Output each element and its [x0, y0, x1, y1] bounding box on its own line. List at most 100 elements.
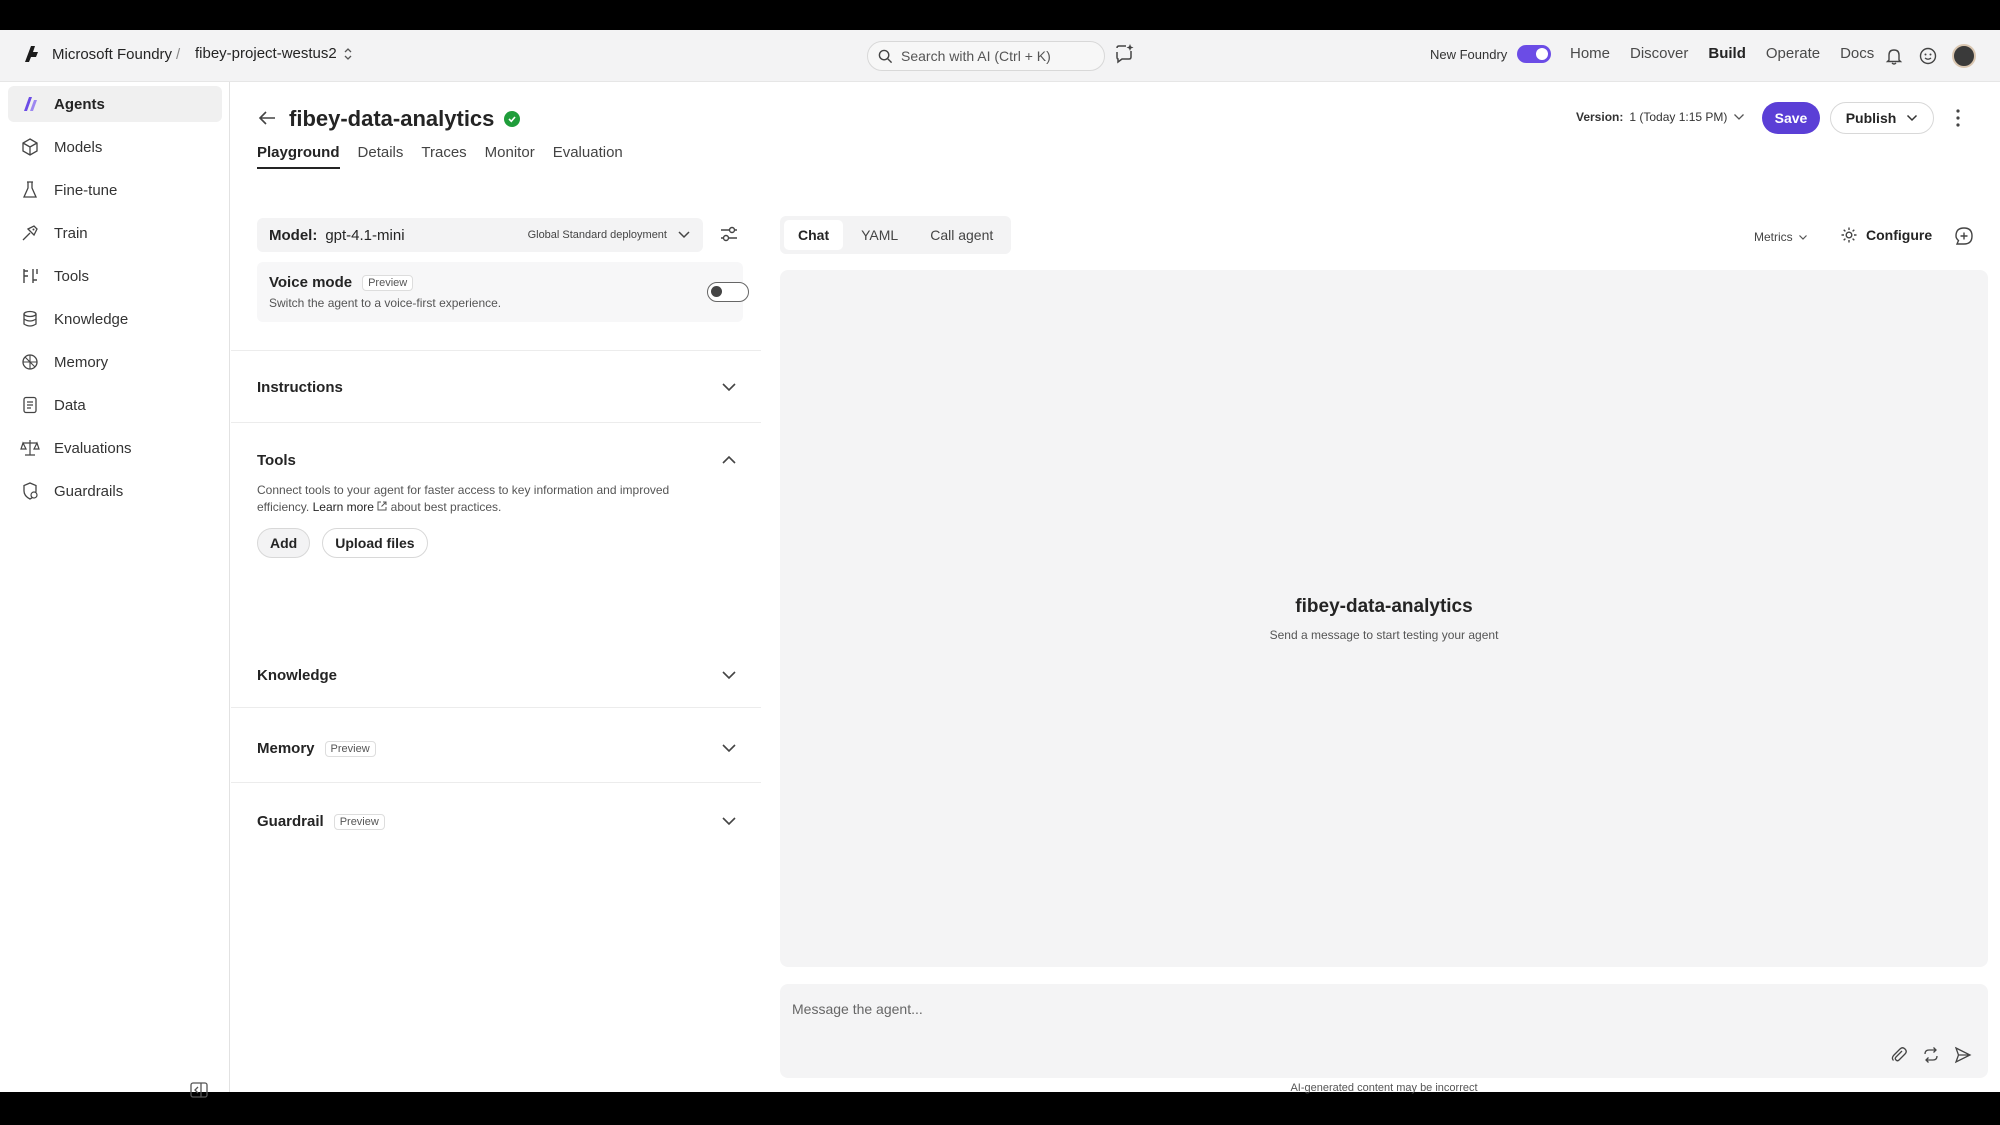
section-title: Instructions: [257, 379, 343, 396]
tab-playground[interactable]: Playground: [257, 144, 340, 169]
sidebar-item-agents[interactable]: Agents: [8, 86, 222, 122]
tools-description-suffix: about best practices.: [390, 500, 502, 514]
upload-files-button[interactable]: Upload files: [322, 528, 428, 558]
ai-disclaimer: AI-generated content may be incorrect: [1290, 1082, 1478, 1094]
voice-mode-card: Voice mode Preview Switch the agent to a…: [257, 262, 749, 322]
gear-icon: [1841, 227, 1857, 243]
sidebar-item-train[interactable]: Train: [8, 215, 222, 251]
nav-docs[interactable]: Docs: [1840, 45, 1874, 62]
back-arrow-icon[interactable]: [257, 109, 277, 127]
bell-icon[interactable]: [1884, 46, 1904, 66]
avatar[interactable]: [1952, 44, 1976, 68]
refresh-icon[interactable]: [1922, 1046, 1940, 1064]
breadcrumb-separator: /: [176, 46, 181, 63]
save-button[interactable]: Save: [1762, 102, 1820, 134]
composer-actions: [1890, 1046, 1972, 1064]
chat-sparkle-icon: [1116, 44, 1134, 64]
copilot-button[interactable]: [1113, 43, 1135, 65]
tab-chat[interactable]: Chat: [784, 220, 844, 250]
project-name: fibey-project-westus2: [195, 45, 337, 62]
nav-build[interactable]: Build: [1708, 45, 1746, 62]
project-selector[interactable]: fibey-project-westus2: [195, 45, 353, 62]
more-options-icon[interactable]: [1955, 108, 1961, 128]
nav-operate[interactable]: Operate: [1766, 45, 1820, 62]
sidebar-item-models[interactable]: Models: [8, 129, 222, 165]
nav-home[interactable]: Home: [1570, 45, 1610, 62]
metrics-label: Metrics: [1754, 230, 1793, 244]
version-selector[interactable]: Version: 1 (Today 1:15 PM): [1576, 110, 1745, 124]
divider: [231, 350, 761, 351]
section-knowledge[interactable]: Knowledge: [257, 667, 737, 684]
smiley-feedback-icon[interactable]: [1918, 46, 1938, 66]
preview-badge: Preview: [324, 740, 376, 757]
playground-panel: Version: 1 (Today 1:15 PM) Save Publish …: [766, 82, 2000, 1094]
tab-yaml[interactable]: YAML: [847, 220, 912, 250]
preview-badge: Preview: [362, 274, 414, 291]
sidebar-item-label: Evaluations: [54, 439, 132, 457]
chevron-down-icon: [1907, 114, 1918, 122]
train-icon: [22, 225, 38, 241]
nav-discover[interactable]: Discover: [1630, 45, 1688, 62]
sidebar-item-label: Agents: [54, 95, 105, 113]
configure-button[interactable]: Configure: [1840, 226, 1932, 244]
brand[interactable]: Microsoft Foundry: [22, 44, 172, 64]
foundry-logo-icon: [25, 46, 38, 62]
sidebar-item-tools[interactable]: Tools: [8, 258, 222, 294]
section-tools[interactable]: Tools: [257, 452, 737, 469]
search-box[interactable]: Search with AI (Ctrl + K): [867, 41, 1105, 71]
section-title: Tools: [257, 452, 296, 469]
voice-mode-label: Voice mode: [269, 274, 353, 291]
tab-details[interactable]: Details: [358, 144, 404, 169]
publish-button[interactable]: Publish: [1830, 102, 1934, 134]
chevron-down-icon: [1798, 234, 1807, 240]
section-guardrail[interactable]: Guardrail Preview: [257, 813, 737, 830]
model-label: Model:: [269, 226, 318, 244]
divider: [231, 422, 761, 423]
learn-more-link[interactable]: Learn more: [313, 500, 374, 514]
sidebar-item-label: Guardrails: [54, 482, 124, 500]
model-selector[interactable]: Model: gpt-4.1-mini Global Standard depl…: [257, 218, 703, 252]
version-label: Version:: [1576, 110, 1624, 124]
divider: [231, 707, 761, 708]
tab-call-agent[interactable]: Call agent: [916, 220, 1007, 250]
section-memory[interactable]: Memory Preview: [257, 740, 737, 757]
new-chat-icon[interactable]: [1954, 226, 1974, 246]
section-instructions[interactable]: Instructions: [257, 379, 737, 396]
knowledge-icon: [23, 310, 37, 327]
preview-badge: Preview: [333, 813, 385, 830]
voice-mode-title: Voice mode Preview: [269, 274, 414, 291]
voice-mode-toggle[interactable]: [707, 282, 749, 302]
chevron-down-icon: [722, 671, 736, 680]
sidebar-item-memory[interactable]: Memory: [8, 344, 222, 380]
voice-mode-description: Switch the agent to a voice-first experi…: [269, 296, 502, 310]
tab-monitor[interactable]: Monitor: [485, 144, 535, 169]
metrics-dropdown[interactable]: Metrics: [1754, 230, 1808, 244]
tools-description: Connect tools to your agent for faster a…: [257, 482, 717, 516]
sidebar-item-data[interactable]: Data: [8, 387, 222, 423]
message-input[interactable]: [792, 998, 1592, 1020]
tab-evaluation[interactable]: Evaluation: [553, 144, 623, 169]
top-navigation: Home Discover Build Operate Docs: [1570, 45, 1874, 62]
playground-tabs: Chat YAML Call agent: [780, 216, 1012, 254]
empty-state-subtitle: Send a message to start testing your age…: [1269, 628, 1499, 642]
attach-icon[interactable]: [1890, 1046, 1908, 1064]
check-circle-icon: [504, 111, 521, 127]
sidebar-item-fine-tune[interactable]: Fine-tune: [8, 172, 222, 208]
collapse-sidebar-icon[interactable]: [190, 1082, 208, 1098]
add-tool-button[interactable]: Add: [257, 528, 311, 558]
sidebar-item-evaluations[interactable]: Evaluations: [8, 430, 222, 466]
chevron-updown-icon: [344, 47, 352, 60]
send-icon[interactable]: [1954, 1046, 1972, 1064]
sidebar-item-guardrails[interactable]: Guardrails: [8, 473, 222, 509]
configure-label: Configure: [1866, 227, 1933, 243]
message-composer: [780, 984, 1988, 1078]
search-icon: [878, 49, 893, 63]
version-value: 1 (Today 1:15 PM): [1629, 110, 1728, 124]
sidebar-item-knowledge[interactable]: Knowledge: [8, 301, 222, 337]
tab-traces[interactable]: Traces: [421, 144, 466, 169]
chat-area: fibey-data-analytics Send a message to s…: [780, 270, 1988, 967]
new-foundry-toggle[interactable]: [1517, 45, 1552, 63]
settings-sliders-icon[interactable]: [719, 225, 739, 243]
chevron-down-icon: [678, 231, 690, 239]
divider: [231, 782, 761, 783]
